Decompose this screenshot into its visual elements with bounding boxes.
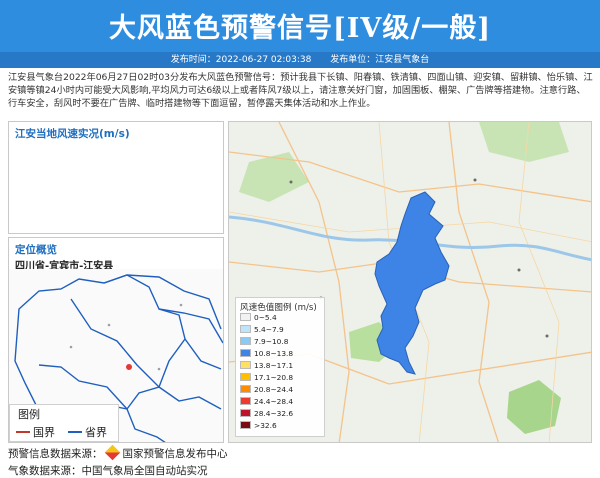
warning-source-link[interactable]: 国家预警信息发布中心: [123, 448, 228, 460]
publisher: 发布单位：江安县气象台: [330, 55, 430, 65]
color-swatch: [240, 361, 251, 369]
legend-row: 24.4~28.4: [240, 397, 293, 407]
wind-legend-title: 风速色值图例 (m/s): [240, 303, 317, 313]
warning-center-logo-icon: [104, 444, 120, 461]
warning-description: 江安县气象台2022年06月27日02时03分发布大风蓝色预警信号：预计我县下长…: [8, 72, 593, 109]
wind-speed-title: 江安当地风速实况(m/s): [15, 128, 130, 140]
warning-source-line: 预警信息数据来源： 国家预警信息发布中心: [8, 444, 228, 461]
national-border-line-icon: [16, 431, 30, 433]
legend-row: 13.8~17.1: [240, 361, 293, 371]
color-swatch: [240, 325, 251, 333]
legend-row: 7.9~10.8: [240, 337, 288, 347]
color-swatch: [240, 337, 251, 345]
legend-national-border: 国界: [16, 424, 55, 440]
wind-speed-legend: 风速色值图例 (m/s) 0~5.4 5.4~7.9 7.9~10.8 10.8…: [235, 297, 325, 437]
location-overview-panel: 定位概览 四川省-宜宾市-江安县 图例 国界 省界: [8, 237, 224, 443]
legend-row: >32.6: [240, 421, 277, 431]
legend-province-border: 省界: [68, 424, 107, 440]
legend-row: 0~5.4: [240, 313, 277, 323]
header-banner: 大风蓝色预警信号[IV级/一般]: [0, 0, 600, 52]
legend-row: 17.1~20.8: [240, 373, 293, 383]
wind-speed-panel: 江安当地风速实况(m/s): [8, 121, 224, 234]
overview-legend: 图例 国界 省界: [9, 404, 119, 442]
color-swatch: [240, 349, 251, 357]
location-marker: [126, 364, 132, 370]
color-swatch: [240, 385, 251, 393]
publish-info-bar: 发布时间：2022-06-27 02:03:38 发布单位：江安县气象台: [0, 52, 600, 68]
overview-legend-title: 图例: [18, 408, 40, 421]
color-swatch: [240, 313, 251, 321]
legend-row: 10.8~13.8: [240, 349, 293, 359]
province-border-line-icon: [68, 431, 82, 433]
color-swatch: [240, 421, 251, 429]
color-swatch: [240, 397, 251, 405]
legend-row: 5.4~7.9: [240, 325, 284, 335]
color-swatch: [240, 373, 251, 381]
legend-row: 28.4~32.6: [240, 409, 293, 419]
legend-row: 20.8~24.4: [240, 385, 293, 395]
publish-time: 发布时间：2022-06-27 02:03:38: [170, 55, 312, 65]
color-swatch: [240, 409, 251, 417]
page-title: 大风蓝色预警信号[IV级/一般]: [109, 13, 491, 44]
location-overview-title: 定位概览: [15, 244, 57, 256]
